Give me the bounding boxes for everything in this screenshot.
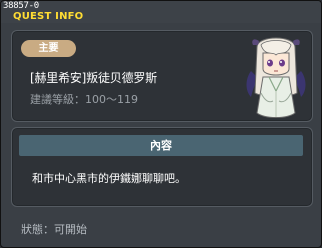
quest-content-panel: 內容 和市中心黑市的伊鐵娜聊聊吧。 — [11, 127, 313, 207]
window-title: QUEST INFO — [13, 11, 84, 22]
quest-id: 38857-0 — [3, 1, 39, 11]
quest-name: [赫里希安]叛徒贝德罗斯 — [30, 71, 157, 85]
npc-portrait-icon — [246, 37, 306, 118]
content-header: 內容 — [19, 135, 303, 156]
content-description: 和市中心黑市的伊鐵娜聊聊吧。 — [32, 172, 186, 185]
quest-status: 狀態：可開始 — [21, 223, 87, 236]
title-bar[interactable]: 38857-0 QUEST INFO — [1, 1, 321, 23]
recommended-level: 建議等級：100～119 — [30, 93, 138, 106]
quest-info-window: 38857-0 QUEST INFO 主要 [赫里希安]叛徒贝德罗斯 建議等級：… — [0, 0, 322, 248]
quest-summary-panel: 主要 [赫里希安]叛徒贝德罗斯 建議等級：100～119 — [11, 30, 313, 122]
quest-type-tag: 主要 — [21, 40, 76, 57]
